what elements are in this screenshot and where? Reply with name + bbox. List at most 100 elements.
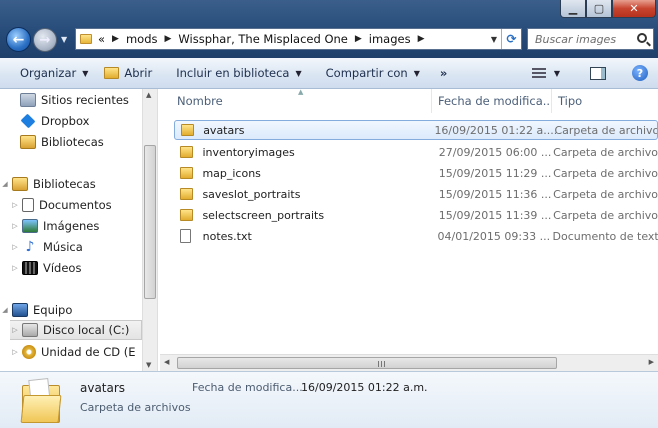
search-box[interactable] — [527, 28, 654, 50]
chevron-right-icon[interactable]: ▶ — [165, 34, 172, 44]
file-type: Documento de texto — [552, 229, 658, 243]
details-name: avatars — [80, 381, 126, 395]
expand-triangle-icon[interactable]: ▷ — [10, 264, 20, 272]
back-arrow-icon: ← — [12, 31, 25, 48]
sort-ascending-icon: ▲ — [298, 89, 304, 96]
minimize-button[interactable]: ▁ — [560, 0, 586, 18]
pictures-icon — [22, 219, 38, 233]
file-date: 15/09/2015 11:29 ... — [438, 166, 552, 180]
folder-icon — [180, 209, 194, 221]
file-row[interactable]: saveslot_portraits 15/09/2015 11:36 ... … — [174, 184, 658, 204]
details-date-label: Fecha de modifica... — [192, 381, 303, 394]
nav-item-label: Unidad de CD (E — [41, 345, 136, 359]
nav-item-recent-places[interactable]: Sitios recientes — [20, 90, 129, 110]
file-type: Carpeta de archivos — [553, 208, 658, 222]
breadcrumb-overflow[interactable]: « — [98, 32, 105, 46]
horizontal-scrollbar[interactable]: ◀ ▶ — [160, 354, 658, 371]
grip-icon — [378, 361, 386, 367]
nav-item-label: Bibliotecas — [41, 135, 104, 149]
address-bar[interactable]: « ▶ mods ▶ Wissphar, The Misplaced One ▶… — [75, 28, 522, 50]
scroll-up-icon[interactable]: ▲ — [146, 91, 151, 99]
library-icon — [12, 177, 28, 191]
recent-pages-dropdown[interactable]: ▼ — [61, 35, 67, 44]
preview-pane-icon[interactable] — [590, 66, 606, 80]
file-row[interactable]: selectscreen_portraits 15/09/2015 11:39 … — [174, 205, 658, 225]
more-label: » — [439, 66, 448, 80]
scroll-right-icon[interactable]: ▶ — [649, 358, 654, 366]
file-row[interactable]: inventoryimages 27/09/2015 06:00 ... Car… — [174, 142, 658, 162]
expand-triangle-icon[interactable]: ▷ — [10, 326, 20, 334]
nav-item-videos[interactable]: ▷ Vídeos — [10, 258, 81, 278]
change-view-icon[interactable] — [531, 67, 546, 79]
nav-item-dropbox[interactable]: Dropbox — [20, 111, 89, 131]
nav-item-cd-drive[interactable]: ▷ Unidad de CD (E — [10, 342, 136, 362]
maximize-button[interactable]: ▢ — [586, 0, 612, 18]
documents-icon — [22, 198, 34, 212]
share-label: Compartir con — [325, 66, 408, 80]
recent-places-icon — [20, 93, 36, 107]
column-header-name[interactable]: Nombre ▲ — [160, 89, 432, 113]
search-icon[interactable] — [637, 33, 647, 43]
breadcrumb-item[interactable]: mods — [126, 32, 158, 46]
music-note-icon: ♪ — [25, 239, 35, 255]
open-button[interactable]: Abrir — [96, 61, 160, 85]
nav-item-computer[interactable]: ◢ Equipo — [0, 300, 72, 320]
forward-button[interactable]: → — [33, 28, 57, 52]
title-bar: ▁ ▢ ✕ ← → ▼ « ▶ mods ▶ Wissphar, The Mis… — [0, 0, 658, 58]
close-button[interactable]: ✕ — [612, 0, 656, 18]
chevron-right-icon[interactable]: ▶ — [418, 34, 425, 44]
chevron-down-icon: ▼ — [82, 68, 89, 78]
scrollbar-thumb[interactable] — [177, 357, 557, 369]
scroll-down-icon[interactable]: ▼ — [146, 361, 151, 369]
maximize-icon: ▢ — [593, 2, 605, 15]
nav-item-libraries[interactable]: ◢ Bibliotecas — [0, 174, 96, 194]
include-in-library-button[interactable]: Incluir en biblioteca ▼ — [168, 61, 309, 85]
expand-triangle-icon[interactable]: ▷ — [10, 348, 20, 356]
collapse-triangle-icon[interactable]: ◢ — [0, 306, 10, 314]
column-header-date[interactable]: Fecha de modifica... — [432, 89, 552, 113]
nav-item-documents[interactable]: ▷ Documentos — [10, 195, 112, 215]
expand-triangle-icon[interactable]: ▷ — [10, 243, 20, 251]
nav-item-images[interactable]: ▷ Imágenes — [10, 216, 99, 236]
column-header-label: Fecha de modifica... — [438, 94, 552, 108]
breadcrumb-item[interactable]: Wissphar, The Misplaced One — [178, 32, 347, 46]
breadcrumb-item[interactable]: images — [369, 32, 411, 46]
navigation-scrollbar[interactable]: ▲ ▼ — [142, 89, 157, 371]
details-date-value: 16/09/2015 01:22 a.m. — [301, 381, 428, 394]
file-name: notes.txt — [202, 229, 252, 243]
column-header-type[interactable]: Tipo — [552, 89, 658, 113]
nav-item-label: Vídeos — [43, 261, 82, 275]
back-button[interactable]: ← — [6, 27, 31, 52]
expand-triangle-icon[interactable]: ▷ — [10, 201, 20, 209]
file-type: Carpeta de archivos — [553, 145, 658, 159]
search-input[interactable] — [535, 32, 640, 46]
file-name: saveslot_portraits — [202, 187, 301, 201]
more-commands-button[interactable]: » — [432, 61, 455, 85]
nav-item-local-disk[interactable]: ▷ Disco local (C:) — [10, 320, 142, 340]
file-date: 04/01/2015 09:33 ... — [437, 229, 551, 243]
nav-item-label: Documentos — [39, 198, 112, 212]
chevron-right-icon[interactable]: ▶ — [112, 34, 119, 44]
file-row[interactable]: map_icons 15/09/2015 11:29 ... Carpeta d… — [174, 163, 658, 183]
help-icon[interactable]: ? — [632, 65, 648, 81]
file-row[interactable]: avatars 16/09/2015 01:22 a.... Carpeta d… — [174, 120, 658, 140]
share-with-button[interactable]: Compartir con ▼ — [318, 61, 428, 85]
refresh-button[interactable]: ⟳ — [501, 29, 521, 49]
file-name: inventoryimages — [202, 145, 295, 159]
film-icon — [22, 261, 38, 275]
organize-button[interactable]: Organizar ▼ — [12, 61, 96, 85]
include-label: Incluir en biblioteca — [176, 66, 290, 80]
scroll-left-icon[interactable]: ◀ — [164, 358, 169, 366]
cd-drive-icon — [22, 345, 36, 359]
file-name: map_icons — [202, 166, 261, 180]
window-controls: ▁ ▢ ✕ — [560, 0, 656, 18]
address-history-dropdown[interactable]: ▼ — [491, 35, 497, 44]
chevron-down-icon[interactable]: ▼ — [554, 69, 560, 78]
file-row[interactable]: notes.txt 04/01/2015 09:33 ... Documento… — [174, 226, 658, 246]
nav-item-music[interactable]: ▷ ♪ Música — [10, 237, 82, 257]
scrollbar-thumb[interactable] — [144, 145, 156, 299]
expand-triangle-icon[interactable]: ▷ — [10, 222, 20, 230]
chevron-right-icon[interactable]: ▶ — [355, 34, 362, 44]
nav-item-libraries-favorite[interactable]: Bibliotecas — [20, 132, 104, 152]
collapse-triangle-icon[interactable]: ◢ — [0, 180, 10, 188]
